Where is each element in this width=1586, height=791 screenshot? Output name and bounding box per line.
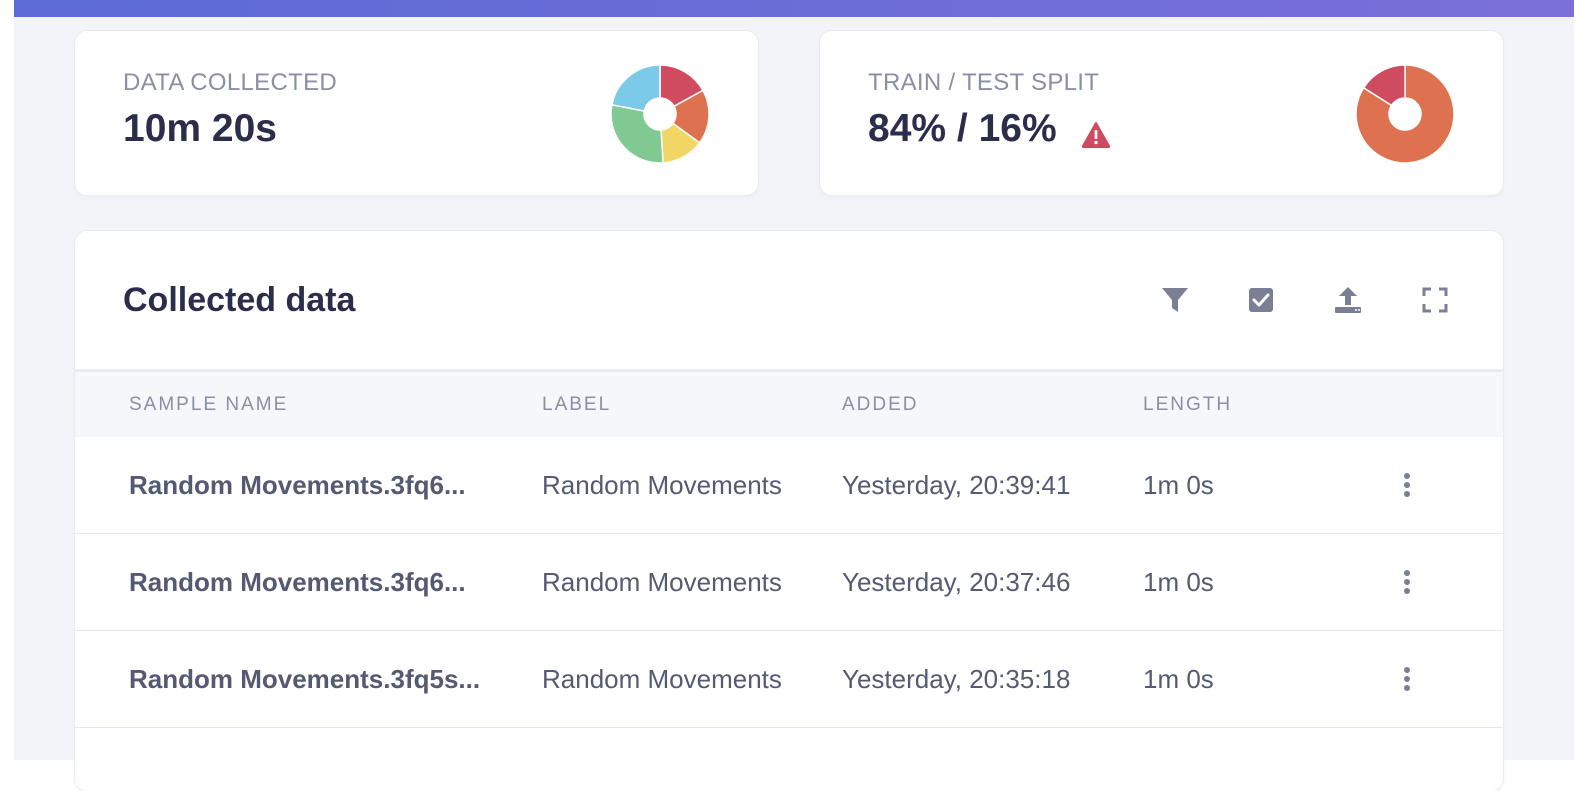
collected-data-title: Collected data — [123, 281, 356, 319]
length-cell: 1m 0s — [1143, 470, 1214, 500]
upload-icon[interactable] — [1331, 283, 1365, 317]
length-cell: 1m 0s — [1143, 664, 1214, 694]
data-collected-pie-icon — [610, 64, 710, 164]
filter-icon[interactable] — [1158, 283, 1192, 317]
table-row[interactable]: Random Movements.3fq6... Random Movement… — [75, 437, 1503, 534]
top-header-bar — [14, 0, 1586, 17]
data-collected-value-row: 10m 20s — [123, 107, 277, 151]
train-test-split-value-row: 84% / 16% — [868, 107, 1111, 151]
collected-data-card: Collected data SAMPLE NAME LABEL ADDED L… — [75, 231, 1503, 791]
column-header-added[interactable]: ADDED — [842, 394, 919, 416]
added-cell: Yesterday, 20:35:18 — [842, 664, 1071, 694]
label-cell: Random Movements — [542, 664, 782, 694]
column-header-sample-name[interactable]: SAMPLE NAME — [129, 394, 288, 416]
sample-name-cell[interactable]: Random Movements.3fq6... — [129, 470, 466, 501]
train-test-split-label: TRAIN / TEST SPLIT — [868, 69, 1100, 96]
sample-name-cell[interactable]: Random Movements.3fq6... — [129, 567, 466, 598]
sample-name-cell[interactable]: Random Movements.3fq5s... — [129, 664, 480, 695]
table-row[interactable]: Random Movements.3fq5s... Random Movemen… — [75, 631, 1503, 728]
checkbox-select-icon[interactable] — [1244, 283, 1278, 317]
added-cell: Yesterday, 20:39:41 — [842, 470, 1071, 500]
data-collected-label: DATA COLLECTED — [123, 69, 338, 96]
train-test-split-card: TRAIN / TEST SPLIT 84% / 16% — [820, 31, 1503, 195]
length-cell: 1m 0s — [1143, 567, 1214, 597]
train-test-split-value: 84% / 16% — [868, 107, 1057, 150]
table-header: SAMPLE NAME LABEL ADDED LENGTH — [75, 369, 1503, 439]
warning-triangle-icon[interactable] — [1081, 115, 1111, 148]
right-edge — [1574, 0, 1586, 760]
column-header-label[interactable]: LABEL — [542, 394, 611, 416]
label-cell: Random Movements — [542, 567, 782, 597]
data-collected-card: DATA COLLECTED 10m 20s — [75, 31, 758, 195]
label-cell: Random Movements — [542, 470, 782, 500]
data-collected-value: 10m 20s — [123, 107, 277, 150]
added-cell: Yesterday, 20:37:46 — [842, 567, 1071, 597]
column-header-length[interactable]: LENGTH — [1143, 394, 1232, 416]
more-options-icon[interactable] — [1393, 467, 1421, 503]
fullscreen-icon[interactable] — [1418, 283, 1452, 317]
more-options-icon[interactable] — [1393, 564, 1421, 600]
train-test-split-pie-icon — [1355, 64, 1455, 164]
data-collected-pie-slice-green — [610, 103, 664, 164]
more-options-icon[interactable] — [1393, 661, 1421, 697]
data-collected-pie-slice-blue — [610, 64, 661, 112]
table-row[interactable]: Random Movements.3fq6... Random Movement… — [75, 534, 1503, 631]
